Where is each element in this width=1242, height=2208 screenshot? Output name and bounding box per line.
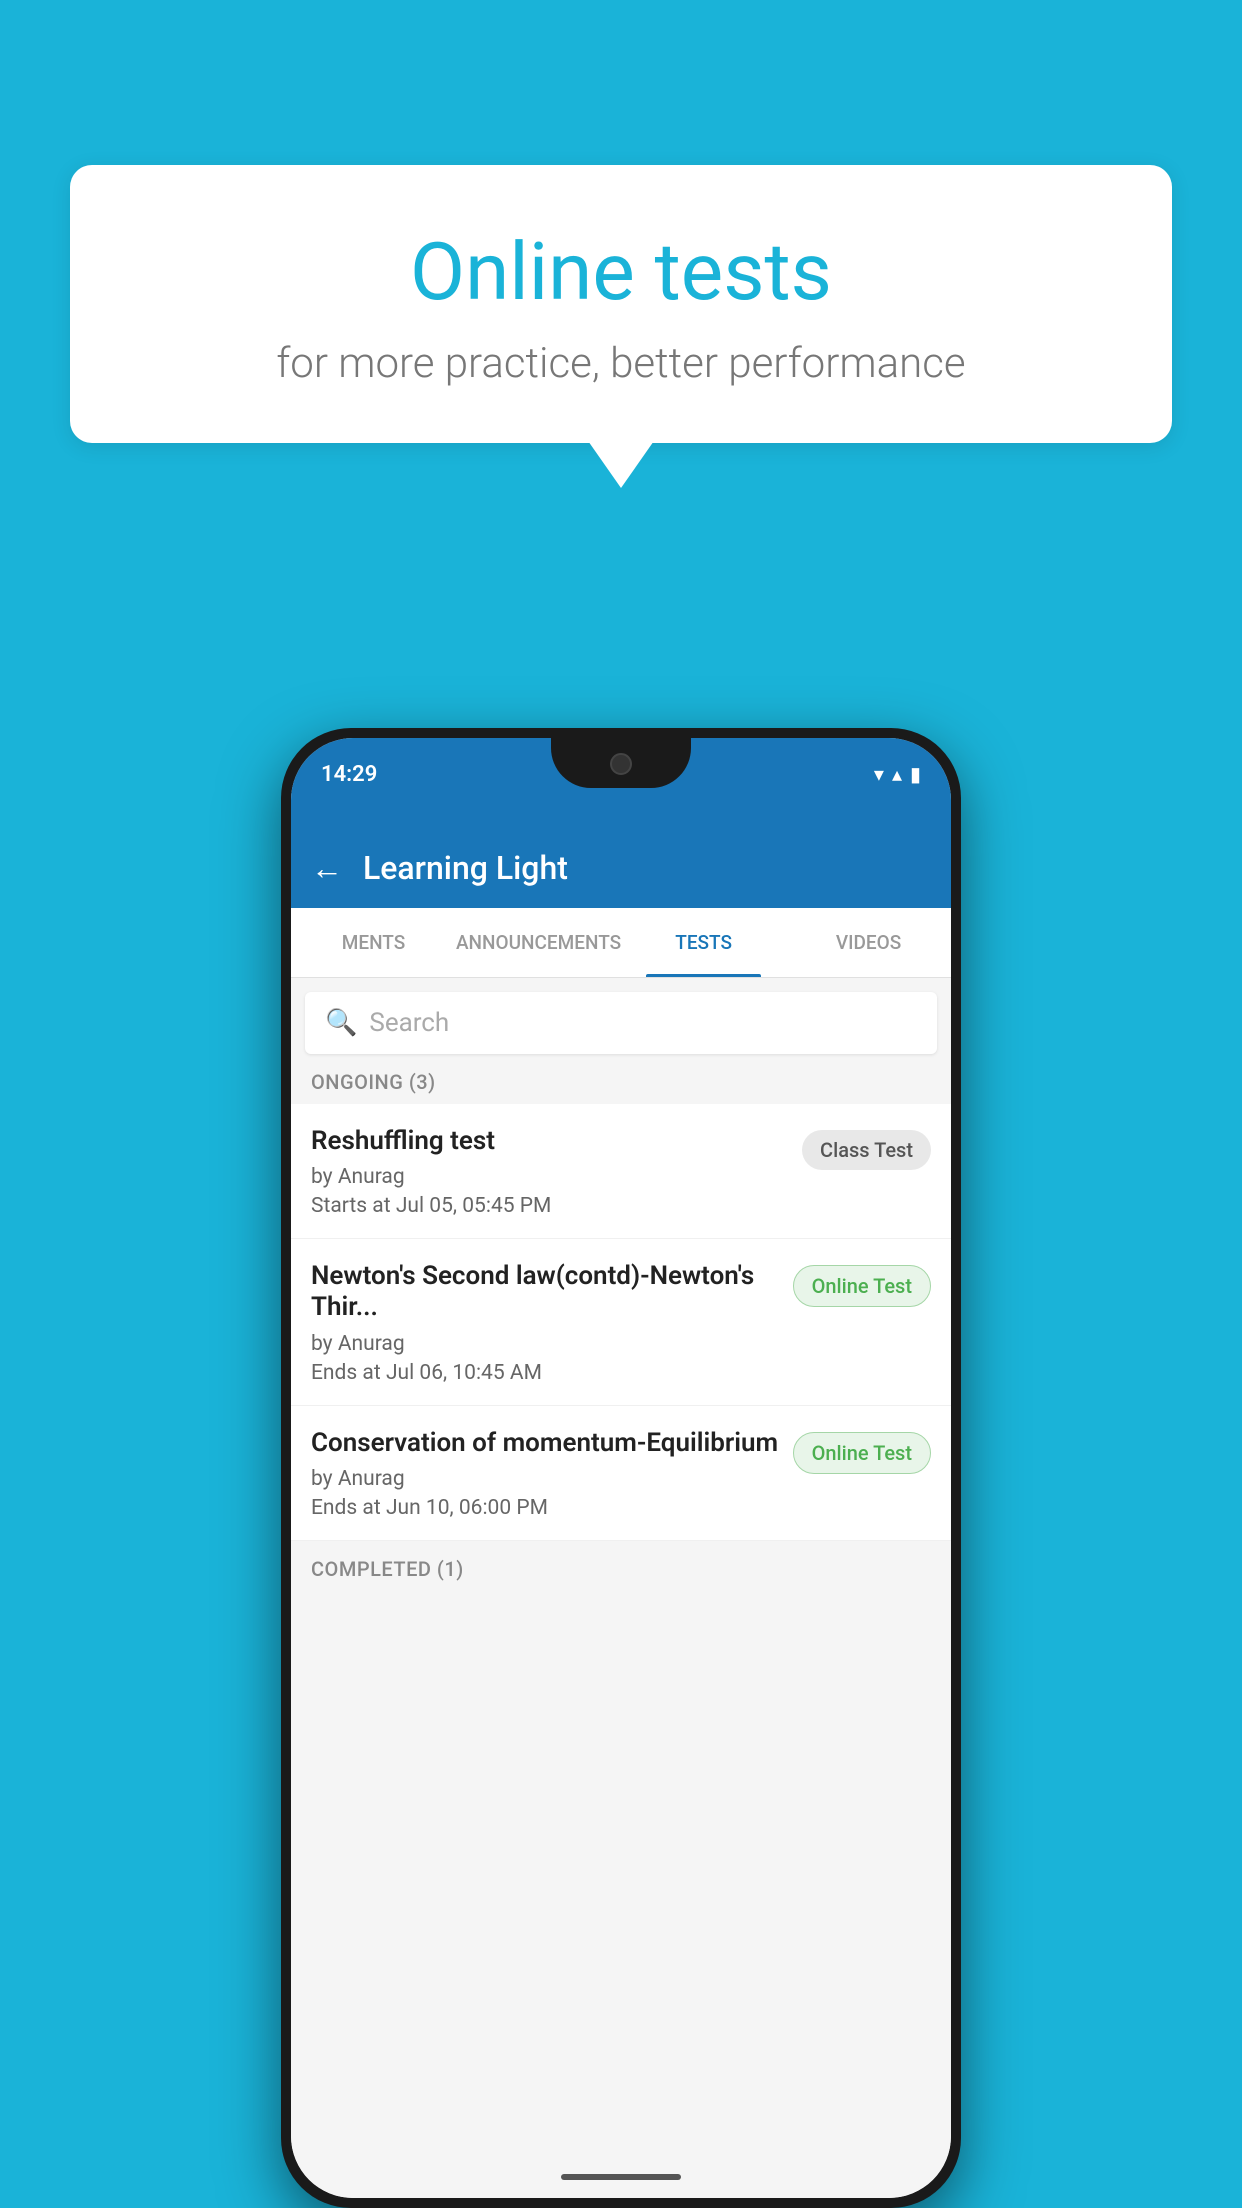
test-author-conservation: by Anurag bbox=[311, 1467, 783, 1491]
badge-online-test-conservation: Online Test bbox=[793, 1432, 931, 1474]
signal-icon: ▴ bbox=[892, 762, 902, 786]
badge-online-test-newton: Online Test bbox=[793, 1265, 931, 1307]
test-info-reshuffling: Reshuffling test by Anurag Starts at Jul… bbox=[311, 1126, 802, 1218]
status-bar: 14:29 ▾ ▴ ▮ bbox=[291, 756, 951, 792]
tab-tests[interactable]: TESTS bbox=[621, 908, 786, 977]
completed-section-header: COMPLETED (1) bbox=[291, 1541, 951, 1591]
ongoing-test-list: Reshuffling test by Anurag Starts at Jul… bbox=[291, 1104, 951, 1541]
wifi-icon: ▾ bbox=[874, 762, 884, 786]
test-name-reshuffling: Reshuffling test bbox=[311, 1126, 792, 1157]
ongoing-section-header: ONGOING (3) bbox=[291, 1054, 951, 1104]
test-time-newton: Ends at Jul 06, 10:45 AM bbox=[311, 1361, 783, 1385]
search-placeholder: Search bbox=[369, 1008, 449, 1038]
phone-home-indicator bbox=[561, 2174, 681, 2180]
search-bar[interactable]: 🔍 Search bbox=[305, 992, 937, 1054]
speech-bubble: Online tests for more practice, better p… bbox=[70, 165, 1172, 443]
tab-announcements[interactable]: ANNOUNCEMENTS bbox=[456, 908, 621, 977]
status-icons: ▾ ▴ ▮ bbox=[874, 762, 921, 786]
speech-bubble-container: Online tests for more practice, better p… bbox=[70, 165, 1172, 443]
phone-screen: 14:29 ▾ ▴ ▮ ← Learning Light MENTS ANNOU… bbox=[291, 738, 951, 2198]
app-bar: ← Learning Light bbox=[291, 828, 951, 908]
battery-icon: ▮ bbox=[910, 762, 921, 786]
tab-bar: MENTS ANNOUNCEMENTS TESTS VIDEOS bbox=[291, 908, 951, 978]
content-area: 🔍 Search ONGOING (3) Reshuffling test by… bbox=[291, 978, 951, 2198]
test-item-conservation[interactable]: Conservation of momentum-Equilibrium by … bbox=[291, 1406, 951, 1541]
app-bar-title: Learning Light bbox=[363, 849, 568, 887]
phone-mockup: 14:29 ▾ ▴ ▮ ← Learning Light MENTS ANNOU… bbox=[281, 728, 961, 2208]
bubble-title: Online tests bbox=[120, 225, 1122, 319]
test-item-newton[interactable]: Newton's Second law(contd)-Newton's Thir… bbox=[291, 1239, 951, 1405]
test-name-conservation: Conservation of momentum-Equilibrium bbox=[311, 1428, 783, 1459]
test-info-conservation: Conservation of momentum-Equilibrium by … bbox=[311, 1428, 793, 1520]
badge-class-test: Class Test bbox=[802, 1130, 931, 1170]
test-name-newton: Newton's Second law(contd)-Newton's Thir… bbox=[311, 1261, 783, 1323]
test-time-conservation: Ends at Jun 10, 06:00 PM bbox=[311, 1496, 783, 1520]
test-author-newton: by Anurag bbox=[311, 1332, 783, 1356]
test-item-reshuffling[interactable]: Reshuffling test by Anurag Starts at Jul… bbox=[291, 1104, 951, 1239]
phone-shell: 14:29 ▾ ▴ ▮ ← Learning Light MENTS ANNOU… bbox=[281, 728, 961, 2208]
back-button[interactable]: ← bbox=[311, 849, 343, 887]
tab-videos[interactable]: VIDEOS bbox=[786, 908, 951, 977]
test-time-reshuffling: Starts at Jul 05, 05:45 PM bbox=[311, 1194, 792, 1218]
status-time: 14:29 bbox=[321, 762, 377, 787]
test-info-newton: Newton's Second law(contd)-Newton's Thir… bbox=[311, 1261, 793, 1384]
tab-ments[interactable]: MENTS bbox=[291, 908, 456, 977]
bubble-subtitle: for more practice, better performance bbox=[120, 339, 1122, 388]
search-icon: 🔍 bbox=[325, 1008, 357, 1038]
test-author-reshuffling: by Anurag bbox=[311, 1165, 792, 1189]
